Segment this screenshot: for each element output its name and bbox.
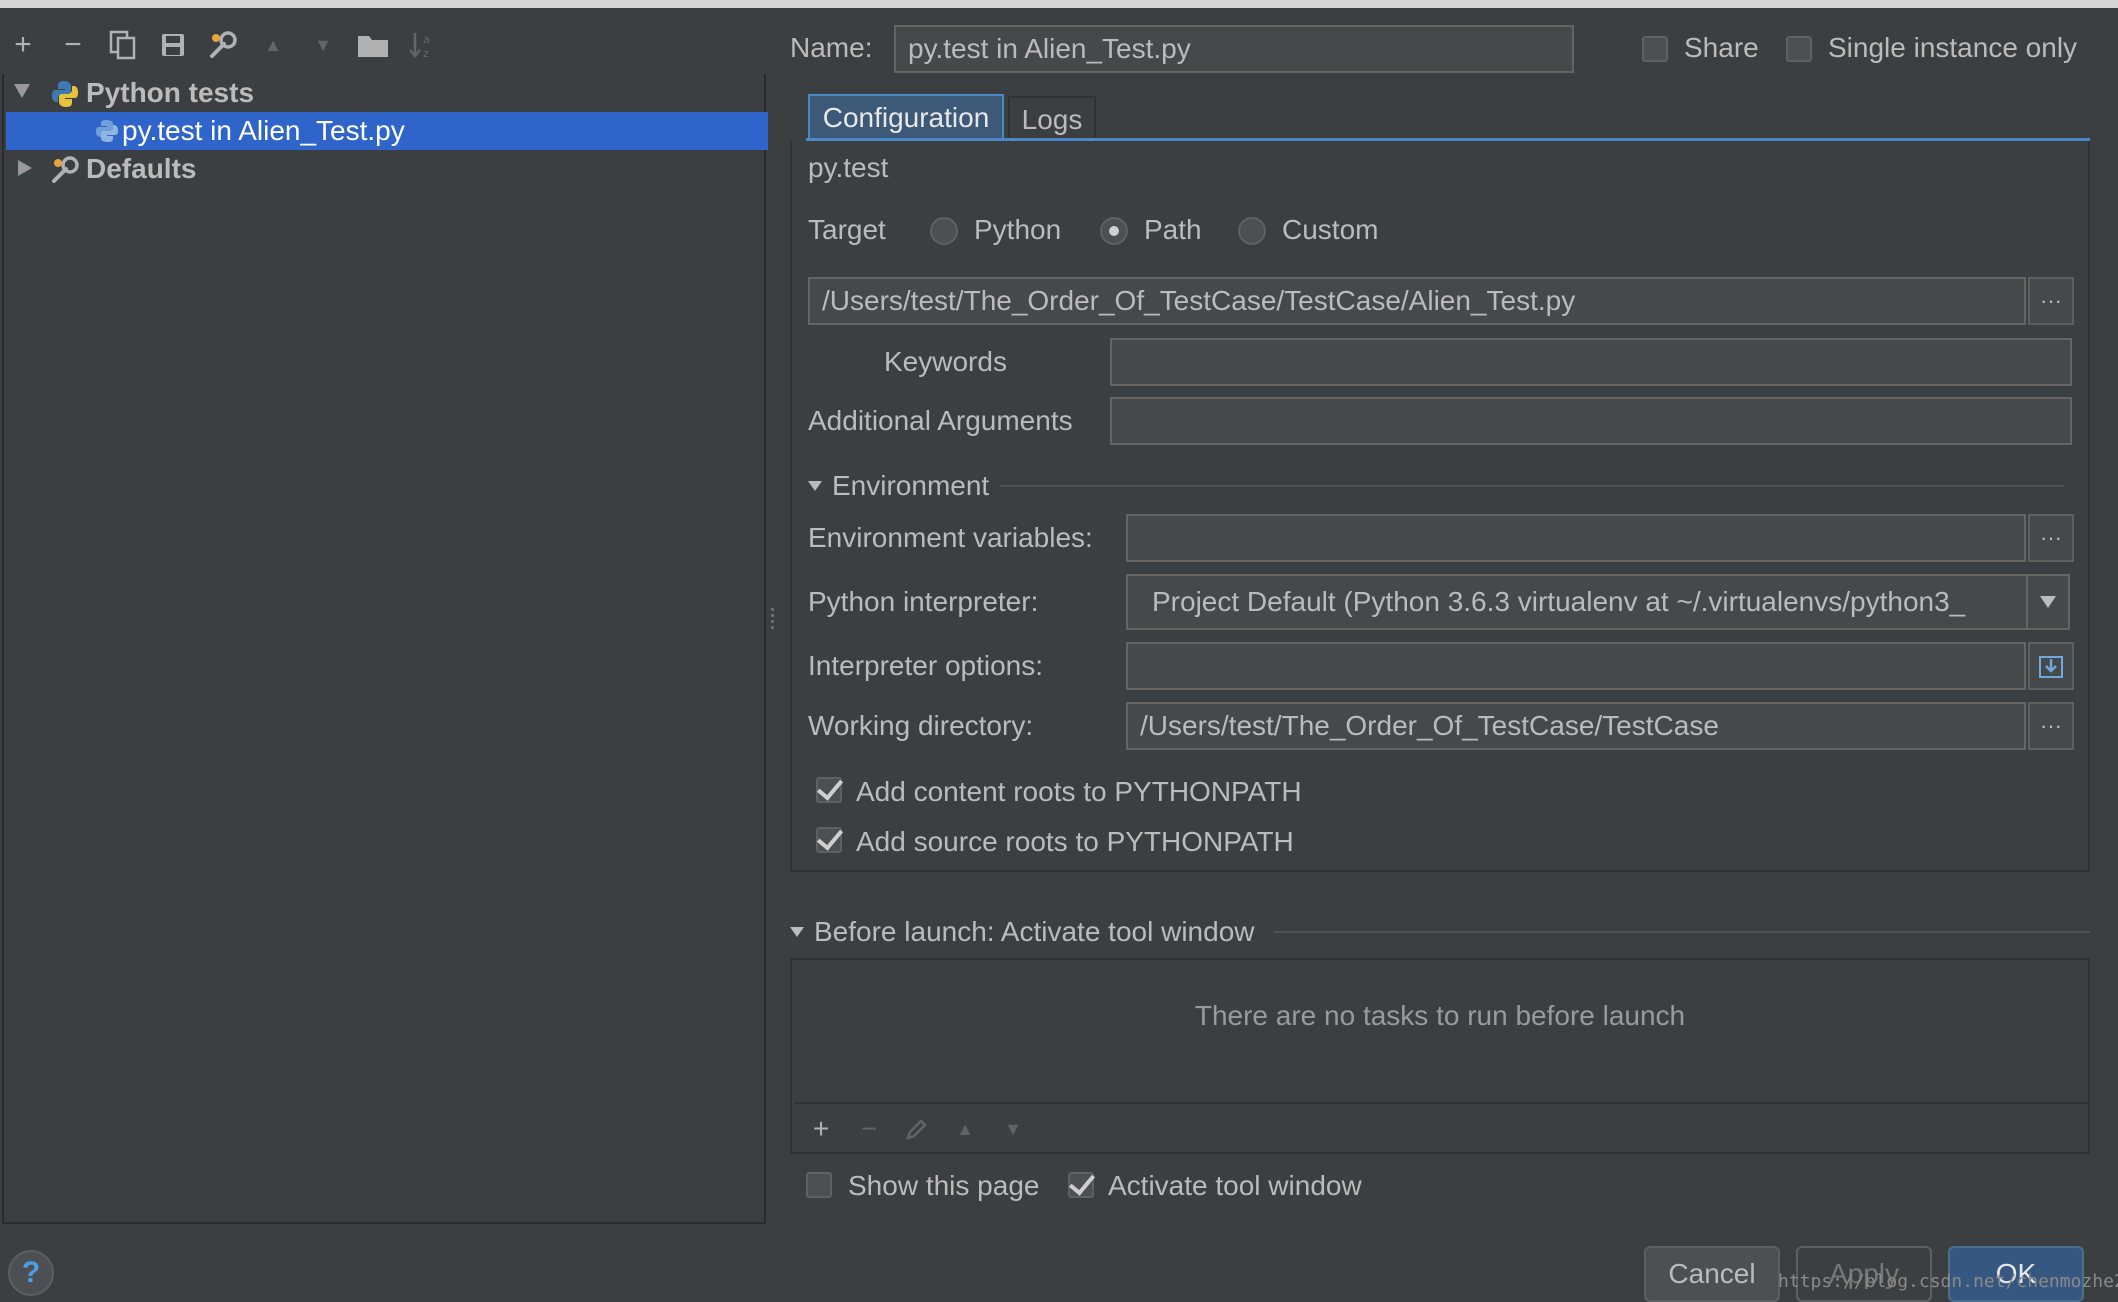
target-path-input[interactable]: /Users/test/The_Order_Of_TestCase/TestCa… [808, 277, 2026, 325]
name-label: Name: [790, 32, 873, 63]
single-instance-label: Single instance only [1828, 32, 2078, 63]
expand-arrow-icon[interactable] [14, 84, 30, 98]
config-toolbar: + − ▲ ▼ a z [0, 8, 766, 74]
move-task-up-button[interactable]: ▲ [948, 1112, 982, 1146]
browse-path-button[interactable]: ··· [2028, 277, 2074, 325]
save-icon [162, 34, 184, 56]
remove-task-button[interactable]: − [852, 1112, 886, 1146]
before-launch-tasks-list[interactable]: There are no tasks to run before launch … [790, 958, 2090, 1154]
target-python-radio[interactable] [930, 217, 958, 245]
target-custom-radio[interactable] [1238, 217, 1266, 245]
svg-text:a: a [423, 33, 430, 46]
additional-args-label: Additional Arguments [808, 405, 1073, 436]
target-path-radio[interactable] [1100, 217, 1128, 245]
tree-item-label: Defaults [86, 153, 197, 184]
edit-task-button[interactable] [900, 1112, 934, 1146]
target-custom-label: Custom [1282, 214, 1379, 245]
collapse-arrow-icon[interactable] [18, 160, 32, 176]
additional-args-input[interactable] [1110, 397, 2072, 445]
sort-alpha-icon: a z [409, 33, 430, 60]
cancel-button[interactable]: Cancel [1644, 1246, 1780, 1302]
keywords-input[interactable] [1110, 338, 2072, 386]
watermark-text: https://blog.csdn.net/chenmozhe22 [1778, 1271, 2118, 1292]
folder-icon [358, 36, 388, 57]
environment-collapse-icon[interactable] [808, 481, 822, 491]
tasks-toolbar: + − ▲ ▼ [794, 1102, 2090, 1154]
activate-tool-window-checkbox[interactable] [1068, 1172, 1094, 1198]
sort-button[interactable]: a z [406, 28, 440, 62]
window-title-strip [0, 0, 2118, 8]
environment-section-title[interactable]: Environment [832, 470, 989, 502]
copy-icon [109, 30, 136, 60]
chevron-down-icon [2040, 596, 2056, 608]
tree-item-python-tests[interactable]: Python tests [6, 74, 768, 112]
move-task-down-button[interactable]: ▼ [996, 1112, 1030, 1146]
tab-logs[interactable]: Logs [1008, 96, 1096, 142]
interpreter-dropdown-button[interactable] [2026, 576, 2068, 628]
interpreter-label: Python interpreter: [808, 586, 1039, 617]
edit-defaults-button[interactable] [206, 28, 240, 62]
content-roots-checkbox[interactable] [816, 777, 842, 803]
target-path-label: Path [1144, 214, 1202, 245]
source-roots-checkbox[interactable] [816, 827, 842, 853]
source-roots-label: Add source roots to PYTHONPATH [856, 826, 1294, 857]
wrench-icon [210, 31, 237, 58]
interpreter-options-input[interactable] [1126, 642, 2026, 690]
share-checkbox[interactable] [1642, 36, 1668, 62]
environment-separator [1000, 485, 2064, 487]
keywords-label: Keywords [884, 346, 1007, 377]
save-config-button[interactable] [156, 28, 190, 62]
svg-text:z: z [423, 47, 429, 60]
pane-splitter[interactable] [769, 608, 775, 636]
activate-tool-window-label: Activate tool window [1108, 1170, 1362, 1201]
interpreter-select[interactable]: Project Default (Python 3.6.3 virtualenv… [1126, 574, 2070, 630]
tab-configuration[interactable]: Configuration [808, 94, 1004, 140]
interpreter-options-label: Interpreter options: [808, 650, 1044, 681]
runner-title: py.test [808, 152, 889, 183]
env-vars-browse-button[interactable]: ··· [2028, 514, 2074, 562]
name-input[interactable]: py.test in Alien_Test.py [894, 25, 1574, 73]
python-icon [52, 81, 78, 107]
single-instance-checkbox[interactable] [1786, 36, 1812, 62]
working-dir-input[interactable]: /Users/test/The_Order_Of_TestCase/TestCa… [1126, 702, 2026, 750]
before-launch-collapse-icon[interactable] [790, 927, 804, 937]
pencil-icon [906, 1119, 927, 1140]
env-vars-label: Environment variables: [808, 522, 1093, 553]
show-page-checkbox[interactable] [806, 1172, 832, 1198]
interpreter-value: Project Default (Python 3.6.3 virtualenv… [1152, 586, 1966, 617]
tree-item-label: py.test in Alien_Test.py [122, 115, 405, 146]
add-task-button[interactable]: + [804, 1112, 838, 1146]
move-down-button[interactable]: ▼ [306, 28, 340, 62]
target-python-label: Python [974, 214, 1062, 245]
before-launch-separator [1274, 931, 2090, 933]
expand-icon [2039, 656, 2063, 678]
empty-tasks-text: There are no tasks to run before launch [1194, 1000, 1686, 1031]
working-dir-label: Working directory: [808, 710, 1034, 741]
before-launch-title[interactable]: Before launch: Activate tool window [814, 916, 1254, 948]
add-config-button[interactable]: + [6, 28, 40, 62]
show-page-label: Show this page [848, 1170, 1040, 1201]
working-dir-browse-button[interactable]: ··· [2028, 702, 2074, 750]
help-button[interactable]: ? [8, 1250, 54, 1296]
create-folder-button[interactable] [356, 28, 390, 62]
env-vars-input[interactable] [1126, 514, 2026, 562]
move-up-button[interactable]: ▲ [256, 28, 290, 62]
run-configurations-pane: + − ▲ ▼ a z Python tests py.test in Alie… [0, 8, 768, 1224]
remove-config-button[interactable]: − [56, 28, 90, 62]
pytest-icon [96, 120, 118, 142]
content-roots-label: Add content roots to PYTHONPATH [856, 776, 1302, 807]
target-label: Target [808, 214, 886, 245]
copy-config-button[interactable] [106, 28, 140, 62]
share-label: Share [1684, 32, 1759, 63]
configuration-panel [790, 141, 2090, 872]
wrench-icon [52, 156, 79, 183]
tree-item-defaults[interactable]: Defaults [6, 150, 768, 188]
tree-item-pytest-alien-test[interactable]: py.test in Alien_Test.py [6, 112, 768, 150]
config-tree: Python tests py.test in Alien_Test.py De… [2, 74, 768, 1224]
expand-field-button[interactable] [2028, 642, 2074, 690]
tree-item-label: Python tests [86, 77, 255, 108]
